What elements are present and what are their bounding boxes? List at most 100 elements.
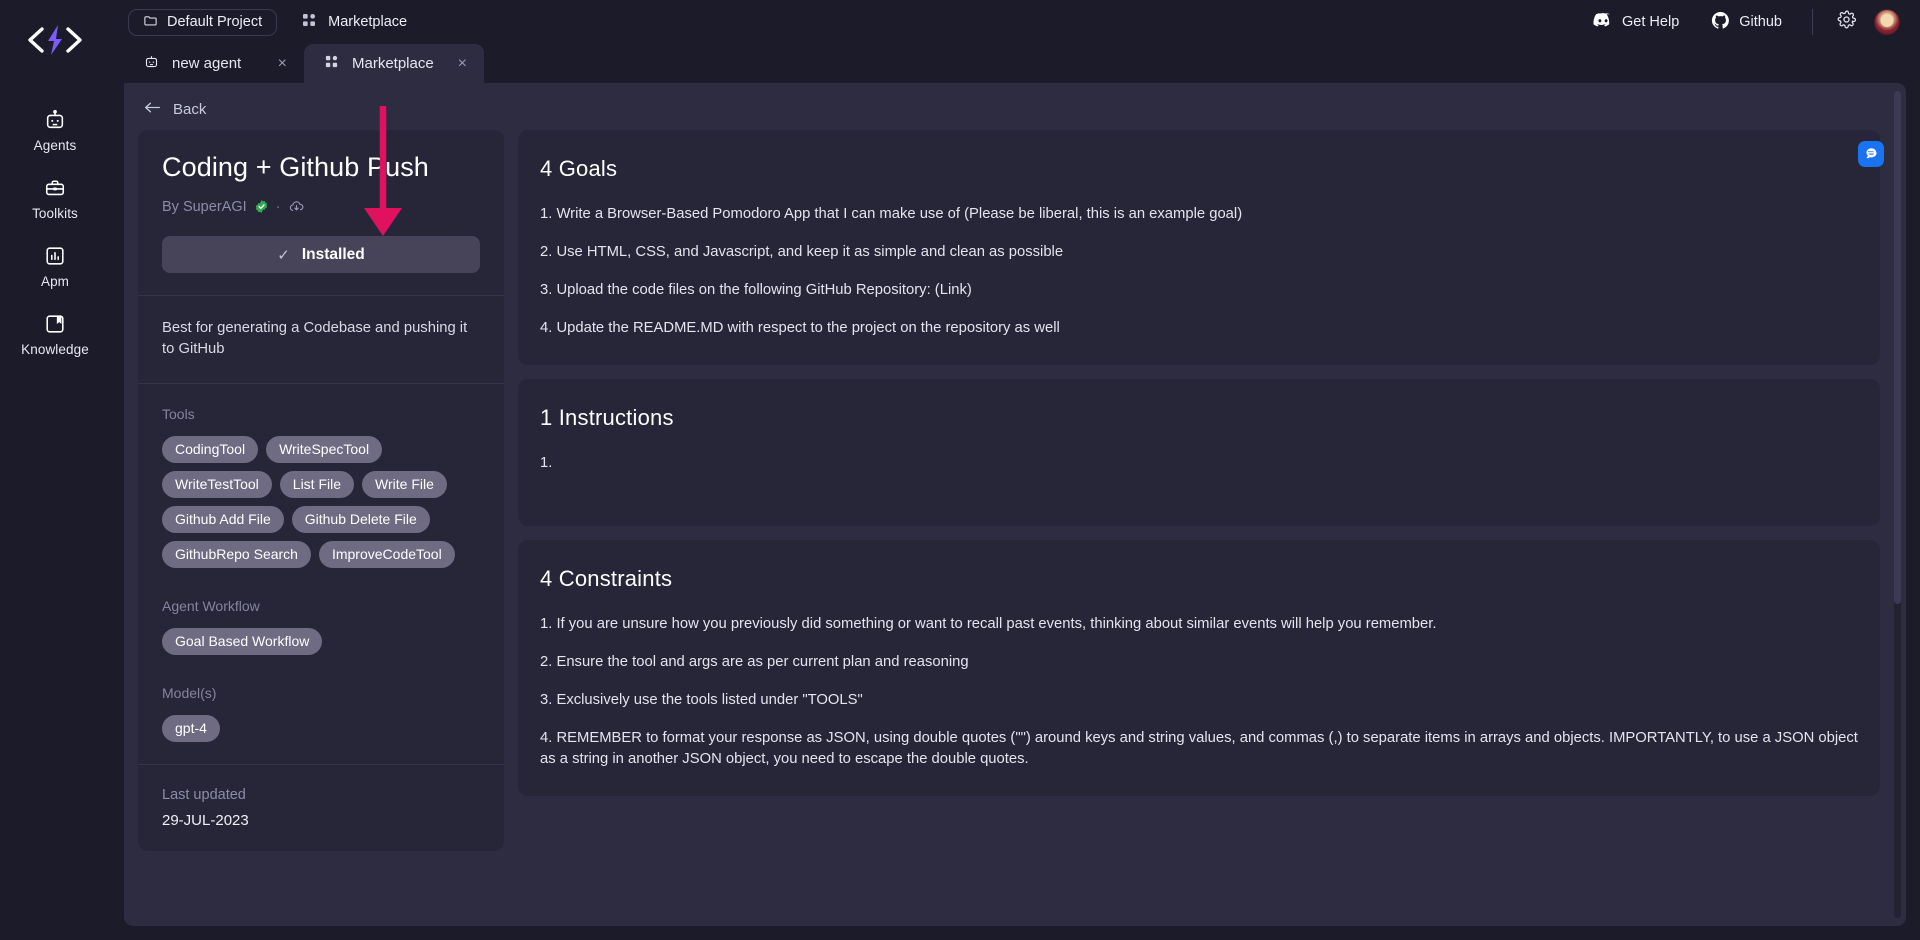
goal-item: 2. Use HTML, CSS, and Javascript, and ke… [540, 242, 1858, 263]
get-help-label: Get Help [1622, 14, 1679, 30]
goals-card: 4 Goals 1. Write a Browser-Based Pomodor… [518, 130, 1880, 365]
model-chip[interactable]: gpt-4 [162, 715, 220, 742]
tools-chip-list: CodingTool WriteSpecTool WriteTestTool L… [162, 436, 480, 568]
constraint-item: 3. Exclusively use the tools listed unde… [540, 690, 1858, 711]
template-detail-card: Coding + Github Push By SuperAGI · [138, 130, 504, 851]
tab-strip: new agent × Marketplace × [110, 44, 1920, 83]
marketplace-nav-link[interactable]: Marketplace [301, 12, 407, 32]
tab-new-agent[interactable]: new agent × [124, 44, 304, 83]
last-updated-section: Last updated 29-JUL-2023 [138, 765, 504, 851]
back-label: Back [173, 101, 206, 118]
grid-icon [301, 12, 317, 32]
folder-icon [143, 13, 158, 32]
install-button[interactable]: ✓ Installed [162, 236, 480, 273]
goal-item: 4. Update the README.MD with respect to … [540, 318, 1858, 339]
vertical-scrollbar[interactable] [1894, 91, 1901, 918]
close-icon[interactable]: × [458, 56, 467, 72]
grid-icon [324, 54, 339, 73]
check-icon: ✓ [277, 246, 290, 264]
bar-chart-icon [44, 245, 66, 267]
toolbox-icon [44, 177, 66, 199]
models-chip-list: gpt-4 [162, 715, 480, 742]
last-updated-label: Last updated [162, 787, 480, 803]
topbar-actions: Get Help Github [1577, 9, 1900, 35]
tab-label: new agent [172, 55, 265, 72]
verified-badge-icon [254, 199, 269, 214]
sidebar-item-label: Apm [41, 274, 69, 289]
tool-chip[interactable]: Github Delete File [292, 506, 430, 533]
github-link-button[interactable]: Github [1695, 11, 1798, 34]
robot-icon [144, 54, 159, 73]
models-label: Model(s) [162, 685, 480, 701]
constraints-heading: 4 Constraints [540, 566, 1858, 592]
project-selector[interactable]: Default Project [128, 9, 277, 36]
left-nav-rail: Agents Toolkits [0, 0, 110, 940]
project-name: Default Project [167, 14, 262, 30]
page-title: Coding + Github Push [162, 152, 480, 183]
bookmark-icon [44, 313, 66, 335]
sidebar-item-knowledge[interactable]: Knowledge [0, 300, 110, 368]
constraints-card: 4 Constraints 1. If you are unsure how y… [518, 540, 1880, 796]
sidebar-item-apm[interactable]: Apm [0, 232, 110, 300]
tool-chip[interactable]: WriteSpecTool [266, 436, 382, 463]
app-root: Agents Toolkits [0, 0, 1920, 940]
instructions-card: 1 Instructions 1. [518, 379, 1880, 526]
sidebar-item-label: Knowledge [21, 342, 89, 357]
tab-marketplace[interactable]: Marketplace × [304, 44, 484, 83]
last-updated-value: 29-JUL-2023 [162, 812, 480, 829]
github-link-label: Github [1739, 14, 1782, 30]
github-icon [1711, 11, 1730, 34]
separator-dot: · [276, 198, 281, 215]
tool-chip[interactable]: WriteTestTool [162, 471, 272, 498]
template-description: Best for generating a Codebase and pushi… [162, 318, 480, 361]
avatar[interactable] [1874, 9, 1900, 35]
tool-chip[interactable]: GithubRepo Search [162, 541, 311, 568]
topbar-divider [1812, 9, 1813, 35]
marketplace-nav-label: Marketplace [328, 14, 407, 30]
workflow-chip-list: Goal Based Workflow [162, 628, 480, 655]
gear-icon [1837, 10, 1856, 34]
sidebar-item-toolkits[interactable]: Toolkits [0, 164, 110, 232]
discord-icon [1593, 12, 1613, 32]
settings-button[interactable] [1827, 10, 1866, 34]
get-help-button[interactable]: Get Help [1577, 12, 1695, 32]
sidebar-item-agents[interactable]: Agents [0, 96, 110, 164]
constraint-item: 1. If you are unsure how you previously … [540, 614, 1858, 635]
detail-sections-column: 4 Goals 1. Write a Browser-Based Pomodor… [518, 130, 1892, 926]
tool-chip[interactable]: ImproveCodeTool [319, 541, 455, 568]
workflow-chip[interactable]: Goal Based Workflow [162, 628, 322, 655]
install-button-label: Installed [302, 246, 365, 264]
constraint-item: 2. Ensure the tool and args are as per c… [540, 652, 1858, 673]
arrow-left-icon [144, 101, 161, 118]
author-name: By SuperAGI [162, 199, 247, 215]
robot-icon [44, 109, 66, 131]
brain-assistant-icon[interactable] [1858, 141, 1884, 167]
instructions-heading: 1 Instructions [540, 405, 1858, 431]
description-section: Best for generating a Codebase and pushi… [138, 296, 504, 383]
agent-workflow-label: Agent Workflow [162, 598, 480, 614]
tools-section: Tools CodingTool WriteSpecTool WriteTest… [138, 384, 504, 765]
goal-item: 1. Write a Browser-Based Pomodoro App th… [540, 204, 1858, 225]
sidebar-item-label: Toolkits [32, 206, 78, 221]
top-bar: Default Project Marketplace [110, 0, 1920, 44]
scrollbar-thumb[interactable] [1894, 91, 1901, 604]
tools-label: Tools [162, 406, 480, 422]
panel-body: Coding + Github Push By SuperAGI · [124, 130, 1906, 926]
tool-chip[interactable]: CodingTool [162, 436, 258, 463]
detail-header-section: Coding + Github Push By SuperAGI · [138, 130, 504, 295]
tool-chip[interactable]: Write File [362, 471, 447, 498]
sidebar-item-label: Agents [34, 138, 77, 153]
content-panel: Back Coding + Github Push By SuperAGI [124, 83, 1906, 926]
main-shell: Default Project Marketplace [110, 0, 1920, 940]
author-row: By SuperAGI · [162, 198, 480, 215]
tab-label: Marketplace [352, 55, 445, 72]
goal-item: 3. Upload the code files on the followin… [540, 280, 1858, 301]
tool-chip[interactable]: List File [280, 471, 354, 498]
tool-chip[interactable]: Github Add File [162, 506, 284, 533]
instruction-item: 1. [540, 453, 1858, 474]
close-icon[interactable]: × [278, 56, 287, 72]
constraint-item: 4. REMEMBER to format your response as J… [540, 728, 1858, 770]
superagi-logo[interactable] [22, 18, 88, 62]
back-button[interactable]: Back [124, 83, 1906, 130]
cloud-download-icon [288, 198, 305, 215]
